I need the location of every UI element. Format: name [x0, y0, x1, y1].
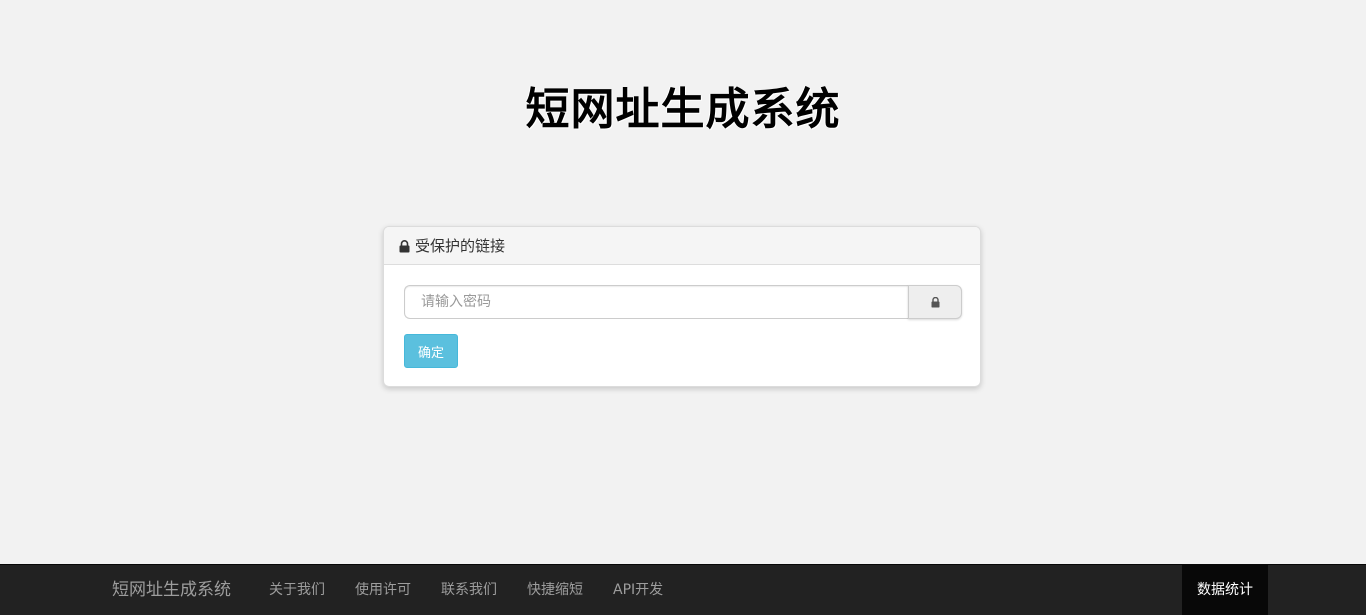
nav-link-about[interactable]: 关于我们 — [254, 565, 340, 615]
page: 短网址生成系统 受保护的链接 确定 短网址生成系统 关于我们 使用许可 联系我们… — [0, 0, 1366, 615]
nav-link-stats[interactable]: 数据统计 — [1182, 565, 1268, 615]
nav-link-api[interactable]: API开发 — [598, 565, 678, 615]
panel-heading: 受保护的链接 — [384, 227, 980, 265]
protected-link-panel: 受保护的链接 确定 — [383, 226, 981, 387]
confirm-button[interactable]: 确定 — [404, 334, 458, 368]
nav-link-contact[interactable]: 联系我们 — [426, 565, 512, 615]
password-addon — [908, 285, 962, 319]
navbar-brand[interactable]: 短网址生成系统 — [112, 565, 231, 615]
nav-item-api: API开发 — [598, 565, 678, 615]
bottom-navbar: 短网址生成系统 关于我们 使用许可 联系我们 快捷缩短 API开发 数据统计 — [0, 564, 1366, 615]
nav-links: 关于我们 使用许可 联系我们 快捷缩短 API开发 — [254, 565, 678, 615]
page-title: 短网址生成系统 — [525, 84, 841, 135]
nav-item-license: 使用许可 — [340, 565, 426, 615]
lock-icon — [399, 239, 410, 253]
panel-heading-label: 受保护的链接 — [415, 237, 506, 255]
nav-link-license[interactable]: 使用许可 — [340, 565, 426, 615]
nav-item-contact: 联系我们 — [426, 565, 512, 615]
nav-item-about: 关于我们 — [254, 565, 340, 615]
lock-icon — [931, 296, 939, 307]
password-input[interactable] — [404, 285, 908, 319]
nav-item-quick-shorten: 快捷缩短 — [512, 565, 598, 615]
password-input-group — [404, 285, 962, 319]
nav-link-quick-shorten[interactable]: 快捷缩短 — [512, 565, 598, 615]
